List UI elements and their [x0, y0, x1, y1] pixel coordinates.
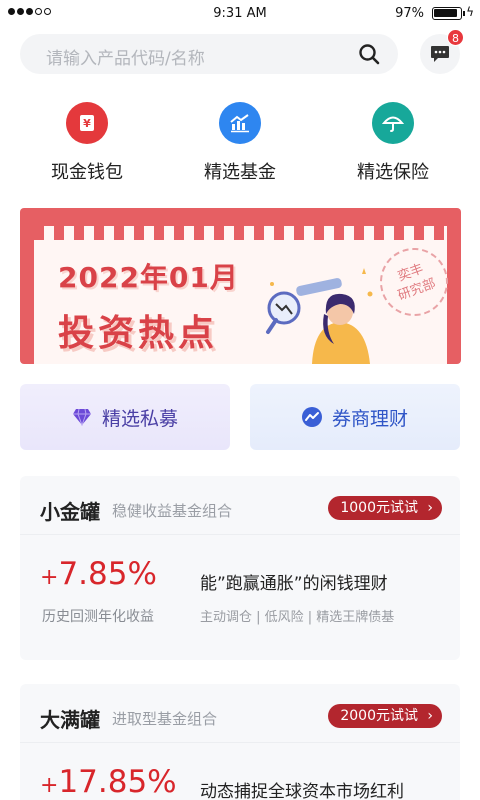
- divider: [20, 534, 460, 535]
- product-card-xiaojinguan[interactable]: 小金罐 稳健收益基金组合 1000元试试 › +7.85% 历史回测年化收益 能…: [20, 476, 460, 660]
- quick-menu-label: 精选基金: [204, 162, 276, 183]
- return-label: 历史回测年化收益: [42, 609, 154, 625]
- quick-menu-label: 精选保险: [357, 162, 429, 183]
- product-subtitle: 进取型基金组合: [112, 710, 218, 728]
- search-input[interactable]: 请输入产品代码/名称: [20, 34, 398, 74]
- status-bar: 9:31 AM 97% ϟ: [0, 0, 480, 28]
- battery-percentage: 97%: [395, 6, 424, 21]
- investment-hotspot-banner[interactable]: 2022年01月 投资热点 奕丰 研究部: [20, 208, 461, 364]
- quick-menu-cash-wallet[interactable]: ¥ 现金钱包: [17, 102, 157, 184]
- umbrella-icon: [372, 102, 414, 144]
- product-headline: 能”跑赢通胀”的闲钱理财: [200, 574, 388, 594]
- battery-icon: [432, 7, 465, 20]
- private-fund-label: 精选私募: [101, 407, 178, 430]
- diamond-icon: [72, 408, 91, 426]
- quick-menu-selected-funds[interactable]: 精选基金: [170, 102, 310, 184]
- message-badge: 8: [447, 29, 464, 46]
- chat-bubble-icon: [431, 46, 449, 62]
- product-name: 小金罐: [40, 500, 100, 524]
- broker-wealth-label: 券商理财: [331, 407, 408, 430]
- yen-envelope-icon: ¥: [66, 102, 108, 144]
- search-placeholder: 请输入产品代码/名称: [46, 49, 205, 69]
- growth-chart-icon: [219, 102, 261, 144]
- annual-return: +17.85%: [40, 764, 177, 800]
- trend-icon: [301, 407, 322, 427]
- product-headline: 动态捕捉全球资本市场红利: [200, 782, 404, 800]
- quick-menu-label: 现金钱包: [51, 162, 123, 183]
- broker-wealth-button[interactable]: 券商理财: [250, 384, 460, 450]
- trial-label: 2000元试试: [340, 708, 418, 724]
- quick-menu-selected-insurance[interactable]: 精选保险: [323, 102, 463, 184]
- charging-icon: ϟ: [466, 5, 474, 19]
- researcher-illustration: [266, 268, 373, 364]
- trial-label: 1000元试试: [340, 500, 418, 516]
- product-subtitle: 稳健收益基金组合: [112, 502, 233, 520]
- chevron-right-icon: ›: [427, 500, 433, 516]
- chevron-right-icon: ›: [427, 708, 433, 724]
- search-icon[interactable]: [358, 43, 380, 65]
- trial-button[interactable]: 2000元试试 ›: [328, 704, 442, 728]
- trial-button[interactable]: 1000元试试 ›: [328, 496, 442, 520]
- product-card-damanguan[interactable]: 大满罐 进取型基金组合 2000元试试 › +17.85% 动态捕捉全球资本市场…: [20, 684, 460, 800]
- private-fund-button[interactable]: 精选私募: [20, 384, 230, 450]
- annual-return: +7.85%: [40, 556, 157, 592]
- svg-text:¥: ¥: [83, 117, 91, 130]
- banner-date: 2022年01月: [58, 261, 239, 294]
- divider: [20, 742, 460, 743]
- product-tags: 主动调仓 | 低风险 | 精选王牌债基: [200, 610, 395, 625]
- banner-title: 投资热点: [58, 313, 219, 354]
- product-name: 大满罐: [40, 708, 100, 732]
